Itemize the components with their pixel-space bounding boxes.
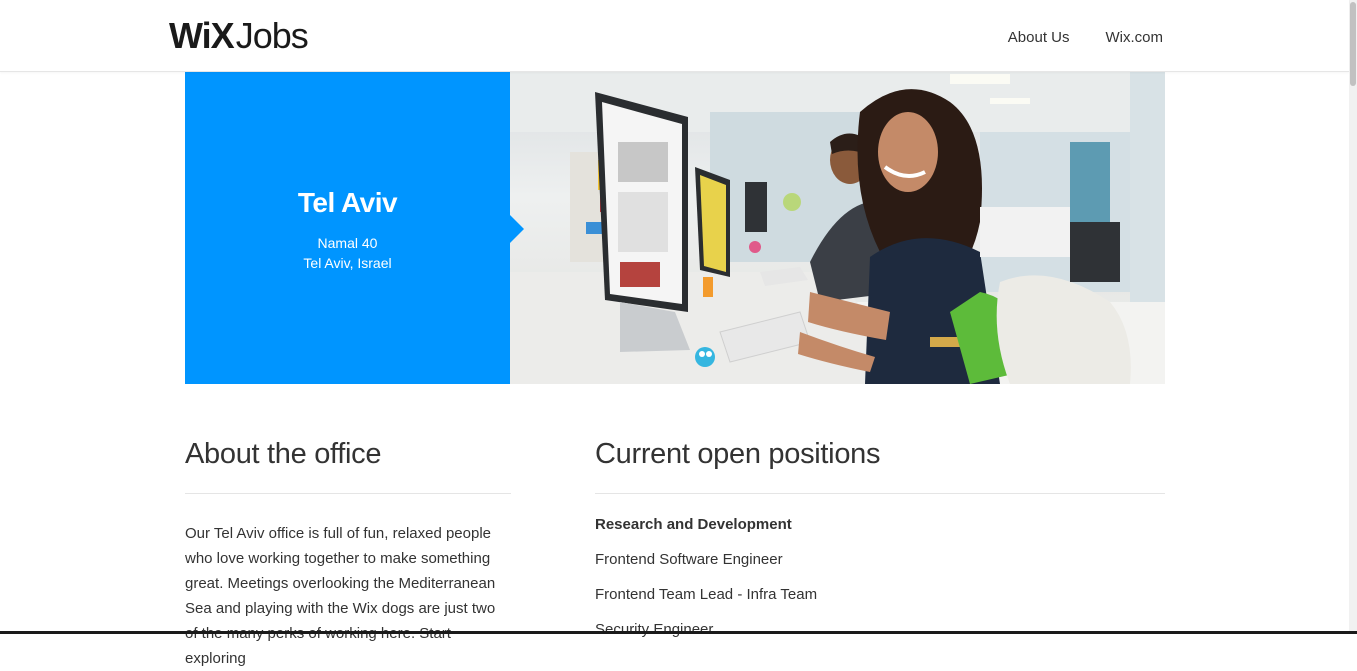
open-positions-title: Current open positions [595, 432, 1165, 477]
department-heading: Research and Development [595, 513, 1165, 537]
office-address-street: Namal 40 [185, 235, 510, 251]
job-link-frontend-software-engineer[interactable]: Frontend Software Engineer [595, 551, 783, 568]
wix-jobs-logo[interactable]: WiX Jobs [169, 16, 308, 56]
office-hero: Tel Aviv Namal 40 Tel Aviv, Israel [185, 72, 1165, 384]
job-list: Frontend Software Engineer Frontend Team… [595, 547, 1165, 652]
job-link-security-engineer[interactable]: Security Engineer [595, 621, 713, 638]
positions-divider [595, 493, 1165, 494]
office-address-city: Tel Aviv, Israel [185, 255, 510, 271]
job-item: Frontend Software Engineer [595, 547, 1165, 582]
office-photo-illustration [510, 72, 1165, 384]
job-link-frontend-team-lead[interactable]: Frontend Team Lead - Infra Team [595, 586, 817, 603]
about-office-section: About the office Our Tel Aviv office is … [185, 432, 511, 671]
office-city: Tel Aviv [185, 187, 510, 219]
scrollbar-thumb[interactable] [1350, 2, 1356, 86]
nav-about-us[interactable]: About Us [1008, 29, 1070, 46]
top-nav: About Us Wix.com [1008, 29, 1163, 46]
office-photo [510, 72, 1165, 384]
office-info-panel: Tel Aviv Namal 40 Tel Aviv, Israel [185, 72, 510, 384]
page-scrollbar[interactable] [1349, 0, 1357, 634]
job-item: Frontend Team Lead - Infra Team [595, 582, 1165, 617]
logo-jobs-text: Jobs [236, 16, 308, 56]
about-office-text: Our Tel Aviv office is full of fun, rela… [185, 521, 511, 671]
open-positions-section: Current open positions Research and Deve… [595, 432, 1165, 652]
about-office-title: About the office [185, 432, 511, 477]
nav-wix-com[interactable]: Wix.com [1106, 29, 1164, 46]
site-header: WiX Jobs About Us Wix.com [0, 0, 1349, 72]
about-divider [185, 493, 511, 494]
job-item: Security Engineer [595, 617, 1165, 652]
info-panel-pointer [510, 215, 524, 243]
logo-wix-text: WiX [169, 16, 234, 56]
